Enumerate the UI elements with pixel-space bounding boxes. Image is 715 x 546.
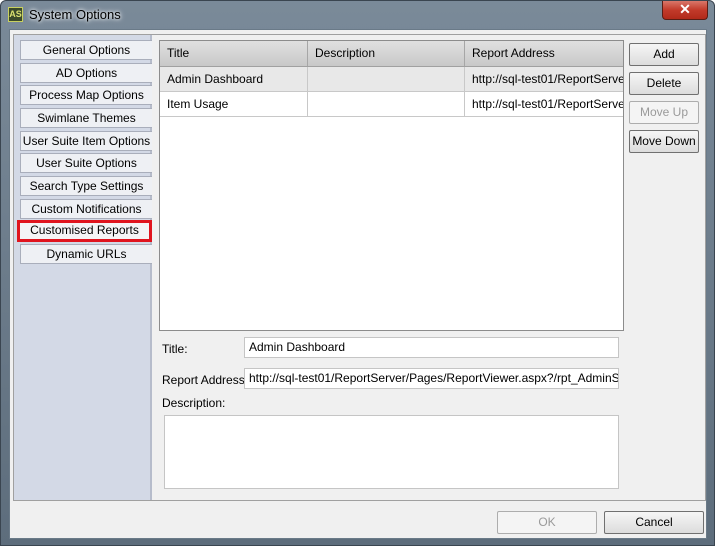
cell-report-address: http://sql-test01/ReportServer/Pages/Rep… — [472, 97, 623, 111]
options-panel: General Options AD Options Process Map O… — [13, 34, 706, 501]
title-bar[interactable]: AS System Options ✕ — [1, 1, 714, 28]
title-label: Title: — [162, 342, 188, 356]
system-options-window: AS System Options ✕ General Options AD O… — [0, 0, 715, 546]
grid-header: Title Description Report Address — [160, 41, 623, 67]
column-header-title[interactable]: Title — [160, 41, 308, 66]
cell-description — [308, 67, 465, 91]
cell-title: Item Usage — [160, 92, 308, 116]
title-field[interactable]: Admin Dashboard — [244, 337, 619, 358]
table-row[interactable]: Admin Dashboard http://sql-test01/Report… — [160, 67, 623, 92]
report-address-label: Report Address — [162, 373, 245, 387]
move-down-button[interactable]: Move Down — [629, 130, 699, 153]
ok-button[interactable]: OK — [497, 511, 597, 534]
column-header-report-address[interactable]: Report Address — [465, 41, 623, 66]
nav-item-ad-options[interactable]: AD Options — [20, 63, 152, 83]
table-row[interactable]: Item Usage http://sql-test01/ReportServe… — [160, 92, 623, 117]
cell-description — [308, 92, 465, 116]
report-address-field[interactable]: http://sql-test01/ReportServer/Pages/Rep… — [244, 368, 619, 389]
nav-item-user-suite-options[interactable]: User Suite Options — [20, 153, 152, 173]
window-title: System Options — [29, 7, 121, 22]
move-up-button[interactable]: Move Up — [629, 101, 699, 124]
nav-item-swimlane-themes[interactable]: Swimlane Themes — [20, 108, 152, 128]
description-field[interactable] — [164, 415, 619, 489]
nav-item-custom-notifications[interactable]: Custom Notifications — [20, 199, 152, 219]
add-button[interactable]: Add — [629, 43, 699, 66]
nav-item-process-map-options[interactable]: Process Map Options — [20, 85, 152, 105]
delete-button[interactable]: Delete — [629, 72, 699, 95]
cell-report-address: http://sql-test01/ReportServer/Pages/Rep… — [472, 72, 623, 86]
dialog-body: General Options AD Options Process Map O… — [9, 29, 707, 539]
nav-item-customised-reports[interactable]: Customised Reports — [17, 220, 152, 242]
column-header-description[interactable]: Description — [308, 41, 465, 66]
app-icon: AS — [8, 7, 23, 22]
close-button[interactable]: ✕ — [662, 1, 708, 20]
options-nav: General Options AD Options Process Map O… — [14, 35, 152, 500]
nav-item-search-type-settings[interactable]: Search Type Settings — [20, 176, 152, 196]
nav-item-dynamic-urls[interactable]: Dynamic URLs — [20, 244, 152, 264]
nav-item-general-options[interactable]: General Options — [20, 40, 152, 60]
cancel-button[interactable]: Cancel — [604, 511, 704, 534]
nav-item-user-suite-item-options[interactable]: User Suite Item Options — [20, 131, 152, 151]
cell-title: Admin Dashboard — [160, 67, 308, 91]
description-label: Description: — [162, 396, 226, 410]
reports-grid: Title Description Report Address Admin D… — [159, 40, 624, 331]
